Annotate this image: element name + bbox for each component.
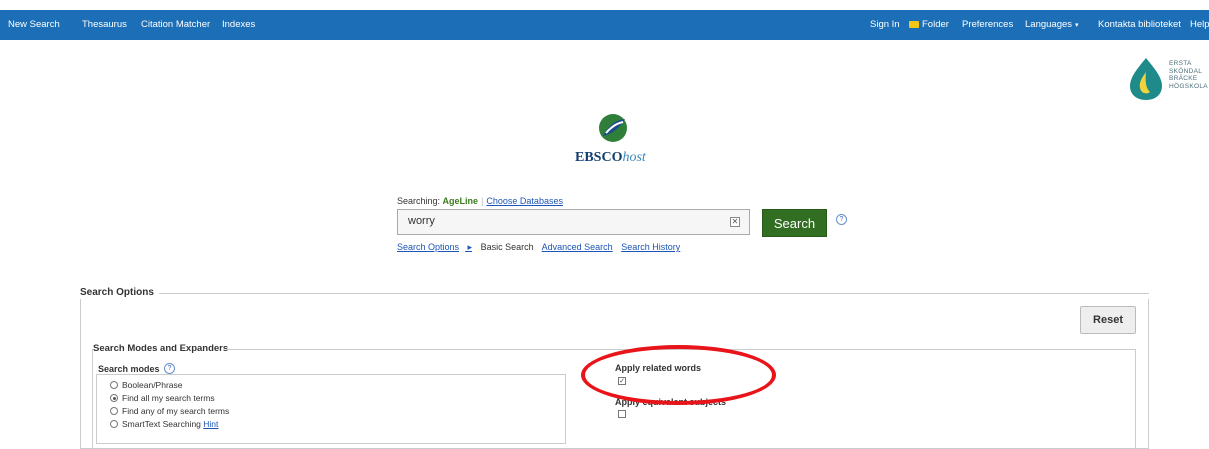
- brand-bold: EBSCO: [575, 150, 623, 165]
- annotation-highlight-circle: [581, 345, 776, 405]
- nav-help[interactable]: Help: [1190, 19, 1209, 30]
- search-button[interactable]: Search: [762, 209, 827, 237]
- nav-folder[interactable]: Folder: [909, 19, 949, 30]
- nav-folder-label: Folder: [922, 19, 949, 30]
- apply-equivalent-subjects-checkbox[interactable]: [618, 410, 626, 418]
- divider: [159, 293, 1149, 294]
- radio-button[interactable]: [110, 394, 118, 402]
- logo-text-line: ERSTA: [1169, 60, 1192, 67]
- search-options-label: Search Options: [397, 242, 460, 252]
- search-sublinks: Search Options ▸ Basic Search Advanced S…: [397, 242, 686, 253]
- search-mode-option[interactable]: Find all my search terms: [110, 393, 215, 403]
- logo-text-line: HÖGSKOLA: [1169, 82, 1208, 90]
- searching-database-line: Searching: AgeLine | Choose Databases: [397, 196, 563, 206]
- ebsco-logo-icon: [599, 114, 627, 142]
- search-modes-help-icon[interactable]: ?: [164, 363, 175, 374]
- searching-label: Searching:: [397, 196, 441, 206]
- nav-new-search[interactable]: New Search: [8, 19, 60, 30]
- database-name: AgeLine: [442, 196, 479, 206]
- radio-button[interactable]: [110, 381, 118, 389]
- brand-italic: host: [622, 150, 646, 165]
- top-navigation-bar: New Search Thesaurus Citation Matcher In…: [0, 10, 1209, 40]
- folder-icon: [909, 21, 919, 28]
- search-help-icon[interactable]: ?: [836, 214, 847, 225]
- nav-preferences[interactable]: Preferences: [962, 19, 1013, 30]
- search-mode-label: SmartText Searching: [122, 419, 201, 429]
- clear-search-icon[interactable]: ✕: [730, 217, 740, 227]
- search-mode-label: Find all my search terms: [122, 393, 215, 403]
- logo-text-line: SKÖNDAL: [1169, 67, 1203, 75]
- nav-languages-label: Languages: [1025, 19, 1073, 30]
- radio-button[interactable]: [110, 420, 118, 428]
- basic-search-label: Basic Search: [480, 242, 534, 252]
- search-mode-label: Boolean/Phrase: [122, 380, 183, 390]
- separator: |: [481, 196, 484, 206]
- reset-button[interactable]: Reset: [1080, 306, 1136, 334]
- nav-indexes[interactable]: Indexes: [222, 19, 255, 30]
- search-history-link[interactable]: Search History: [621, 242, 680, 252]
- search-options-link[interactable]: Search Options ▸: [397, 242, 472, 252]
- ebsco-brand-name: EBSCOhost: [575, 150, 646, 166]
- caret-down-icon: ▾: [1075, 22, 1079, 29]
- smarttext-hint-link[interactable]: Hint: [203, 419, 218, 429]
- search-mode-option[interactable]: SmartText Searching Hint: [110, 419, 218, 429]
- search-modes-title: Search modes: [98, 364, 160, 374]
- nav-library-contact[interactable]: Kontakta biblioteket: [1098, 19, 1181, 30]
- search-box: ✕: [397, 209, 750, 235]
- logo-text-line: BRÄCKE: [1169, 75, 1198, 82]
- nav-languages[interactable]: Languages ▾: [1025, 19, 1079, 30]
- search-options-title: Search Options: [80, 287, 154, 298]
- radio-button[interactable]: [110, 407, 118, 415]
- institution-logo-text: ERSTA SKÖNDAL BRÄCKE HÖGSKOLA: [1169, 60, 1208, 90]
- nav-citation-matcher[interactable]: Citation Matcher: [141, 19, 210, 30]
- search-mode-option[interactable]: Find any of my search terms: [110, 406, 229, 416]
- search-mode-option[interactable]: Boolean/Phrase: [110, 380, 183, 390]
- choose-databases-link[interactable]: Choose Databases: [486, 196, 563, 206]
- nav-sign-in[interactable]: Sign In: [870, 19, 900, 30]
- search-input[interactable]: [408, 215, 708, 227]
- search-mode-label: Find any of my search terms: [122, 406, 230, 416]
- advanced-search-link[interactable]: Advanced Search: [542, 242, 613, 252]
- nav-thesaurus[interactable]: Thesaurus: [82, 19, 127, 30]
